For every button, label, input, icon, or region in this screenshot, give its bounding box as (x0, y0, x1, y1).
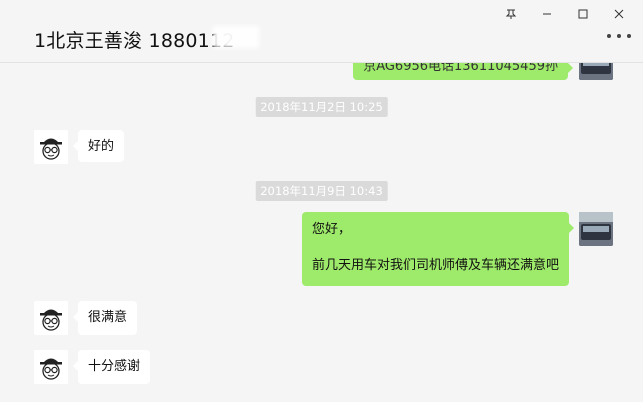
pin-icon[interactable] (493, 4, 529, 24)
message-text-line1: 您好， (311, 222, 351, 237)
message-text: 十分感谢 (88, 359, 141, 374)
message-bubble-sent[interactable]: 您好， 前几天用车对我们司机师傅及车辆还满意吧 (301, 212, 575, 286)
maximize-icon[interactable] (565, 4, 601, 24)
redaction-mark (213, 26, 259, 48)
bus-avatar[interactable] (579, 212, 613, 246)
hat-glasses-avatar[interactable] (34, 130, 68, 164)
window-controls (493, 4, 637, 24)
message-bubble-received[interactable]: 很满意 (72, 301, 138, 335)
timestamp: 2018年11月9日 10:43 (255, 181, 388, 201)
message-text-line2: 前几天用车对我们司机师傅及车辆还满意吧 (311, 258, 559, 273)
chat-title: 1北京王善浚 1880112 (34, 30, 235, 52)
hat-glasses-avatar[interactable] (34, 301, 68, 335)
more-dots-icon[interactable] (607, 30, 631, 42)
message-bubble-received[interactable]: 十分感谢 (72, 350, 151, 384)
hat-glasses-avatar[interactable] (34, 350, 68, 384)
minimize-icon[interactable] (529, 4, 565, 24)
message-list: 京AG6956电话13611045459孙 2018年11月2日 10:25 好… (0, 46, 643, 402)
title-bar: 1北京王善浚 1880112 (0, 0, 643, 63)
close-icon[interactable] (601, 4, 637, 24)
message-bubble-received[interactable]: 好的 (72, 130, 125, 162)
message-text: 好的 (88, 139, 115, 154)
timestamp: 2018年11月2日 10:25 (255, 97, 388, 117)
message-text: 很满意 (88, 310, 128, 325)
